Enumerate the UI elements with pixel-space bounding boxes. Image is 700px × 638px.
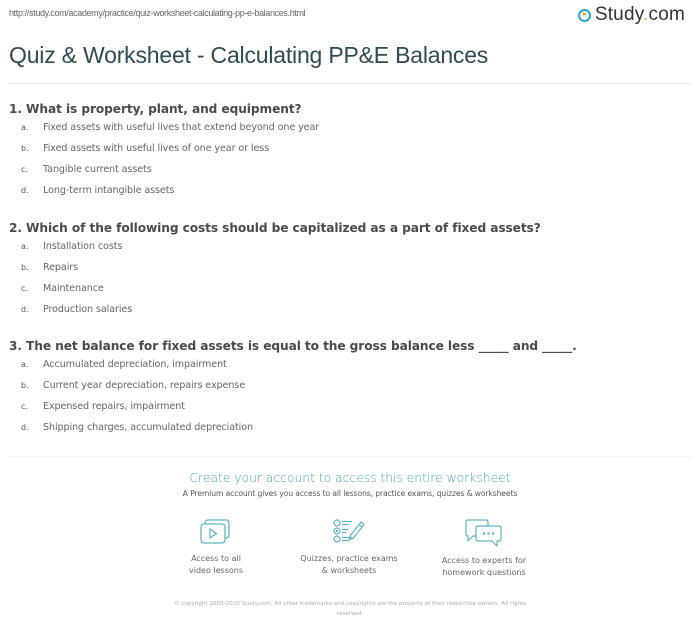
- question-text: 2. Which of the following costs should b…: [9, 221, 541, 235]
- video-lessons-icon: [200, 519, 230, 544]
- question-text: 1. What is property, plant, and equipmen…: [9, 102, 302, 116]
- option-text: Production salaries: [43, 304, 133, 315]
- feature-experts: Access to experts for homework questions: [414, 518, 554, 579]
- option-letter: c.: [21, 402, 28, 411]
- option-letter: d.: [21, 305, 29, 314]
- answer-option: d. Production salaries: [9, 304, 689, 325]
- answer-option: b. Repairs: [9, 262, 689, 283]
- feature-label: Quizzes, practice exams & worksheets: [279, 553, 419, 577]
- option-text: Accumulated depreciation, impairment: [43, 359, 227, 370]
- logo-text-tld: com: [648, 4, 685, 25]
- answer-option: b. Current year depreciation, repairs ex…: [9, 380, 689, 401]
- feature-quizzes: Quizzes, practice exams & worksheets: [279, 518, 419, 577]
- option-letter: a.: [21, 123, 29, 132]
- answer-option: d. Shipping charges, accumulated depreci…: [9, 422, 689, 443]
- option-letter: c.: [21, 165, 28, 174]
- option-text: Current year depreciation, repairs expen…: [43, 380, 245, 391]
- copyright-notice: © copyright 2003-2020 Study.com. All oth…: [130, 599, 570, 619]
- option-text: Expensed repairs, impairment: [43, 401, 185, 412]
- option-text: Repairs: [43, 262, 79, 273]
- option-text: Long-term intangible assets: [43, 185, 175, 196]
- option-text: Tangible current assets: [43, 164, 152, 175]
- feature-label-line2: & worksheets: [321, 566, 377, 575]
- option-text: Shipping charges, accumulated depreciati…: [43, 422, 253, 433]
- feature-label: Access to all video lessons: [146, 553, 286, 577]
- answer-option: d. Long-term intangible assets: [9, 185, 689, 206]
- feature-label: Access to experts for homework questions: [414, 555, 554, 579]
- page-url: http://study.com/academy/practice/quiz-w…: [9, 8, 306, 18]
- promo-divider: [8, 456, 692, 457]
- answer-option: b. Fixed assets with useful lives of one…: [9, 143, 689, 164]
- option-letter: d.: [21, 186, 29, 195]
- page-title: Quiz & Worksheet - Calculating PP&E Bala…: [9, 42, 489, 68]
- chat-bubbles-icon: [465, 519, 502, 547]
- play-circle-icon: [577, 8, 591, 22]
- question-3: 3. The net balance for fixed assets is e…: [9, 339, 689, 443]
- option-letter: b.: [21, 381, 29, 390]
- question-text: 3. The net balance for fixed assets is e…: [9, 339, 577, 353]
- question-2: 2. Which of the following costs should b…: [9, 221, 689, 325]
- create-account-link[interactable]: Create your account to access this entir…: [0, 470, 700, 485]
- feature-label-line2: homework questions: [442, 568, 526, 577]
- copyright-line1: © copyright 2003-2020 Study.com. All oth…: [173, 601, 527, 607]
- answer-option: a. Accumulated depreciation, impairment: [9, 359, 689, 380]
- option-text: Fixed assets with useful lives of one ye…: [43, 143, 270, 154]
- logo-text: Study.com: [595, 4, 685, 26]
- option-text: Maintenance: [43, 283, 104, 294]
- answer-option: a. Installation costs: [9, 241, 689, 262]
- option-letter: a.: [21, 242, 29, 251]
- copyright-line2: reserved.: [336, 611, 364, 617]
- answer-option: c. Expensed repairs, impairment: [9, 401, 689, 422]
- feature-label-line1: Access to all: [191, 554, 241, 563]
- question-1: 1. What is property, plant, and equipmen…: [9, 102, 689, 206]
- study-com-logo[interactable]: Study.com: [577, 4, 685, 26]
- option-text: Fixed assets with useful lives that exte…: [43, 122, 320, 133]
- feature-label-line1: Access to experts for: [441, 556, 527, 565]
- option-letter: b.: [21, 263, 29, 272]
- feature-label-line2: video lessons: [188, 566, 243, 575]
- option-letter: a.: [21, 360, 29, 369]
- option-letter: b.: [21, 144, 29, 153]
- answer-option: c. Maintenance: [9, 283, 689, 304]
- quiz-checklist-icon: [333, 519, 365, 543]
- title-divider: [8, 83, 692, 84]
- option-text: Installation costs: [43, 241, 123, 252]
- option-letter: c.: [21, 284, 28, 293]
- option-letter: d.: [21, 423, 29, 432]
- answer-option: a. Fixed assets with useful lives that e…: [9, 122, 689, 143]
- feature-label-line1: Quizzes, practice exams: [300, 554, 398, 563]
- promo-subheading: A Premium account gives you access to al…: [182, 489, 518, 498]
- logo-text-main: Study: [594, 4, 644, 25]
- feature-video-lessons: Access to all video lessons: [146, 518, 286, 577]
- answer-option: c. Tangible current assets: [9, 164, 689, 185]
